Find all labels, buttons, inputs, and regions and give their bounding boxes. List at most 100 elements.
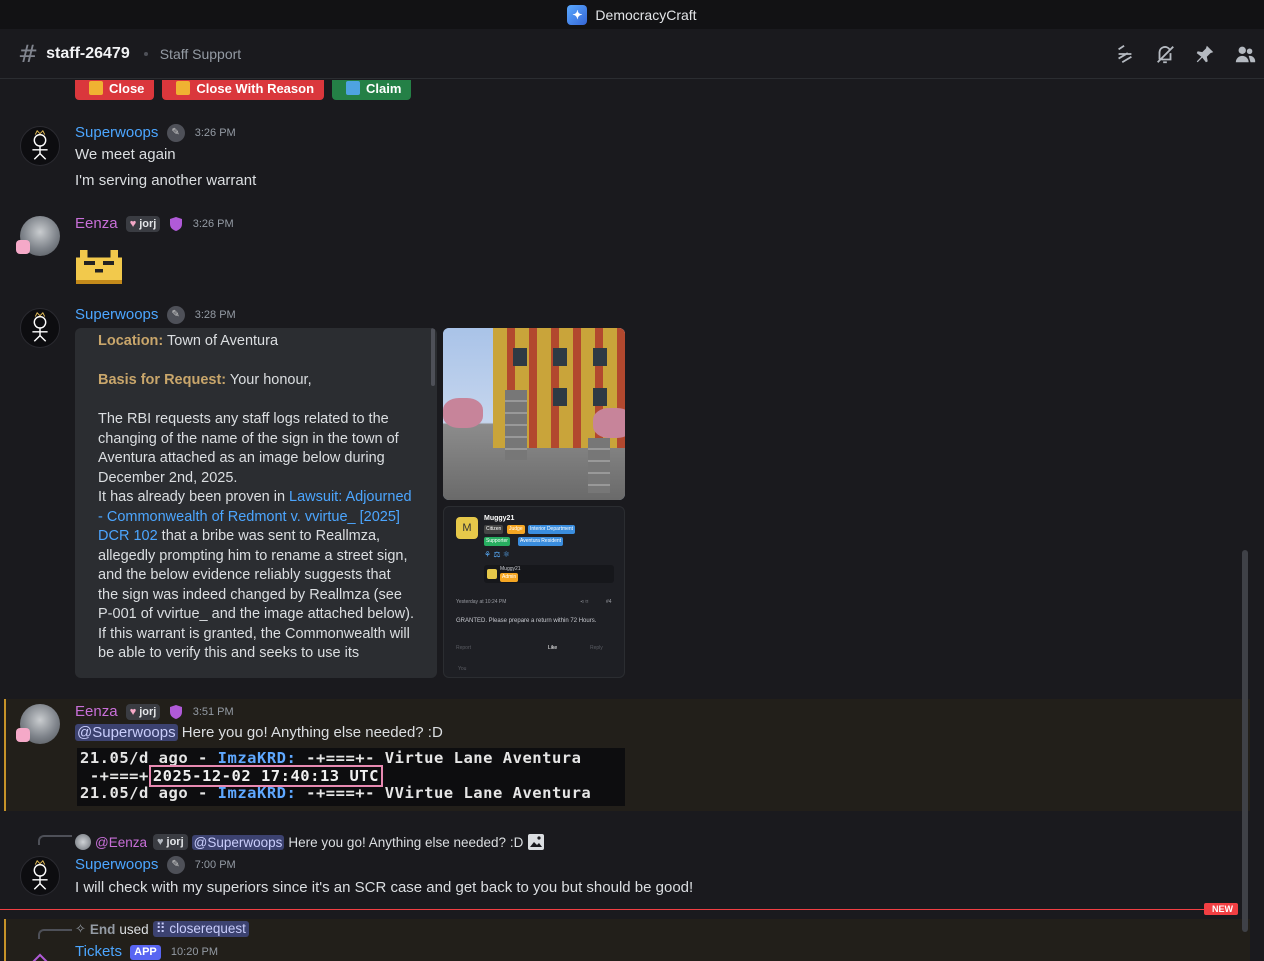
avatar[interactable]: [20, 856, 60, 896]
mc-window: [553, 348, 567, 366]
author-name[interactable]: Eenza ♥ jorj 3:26 PM: [75, 215, 234, 233]
mc-window: [593, 388, 607, 406]
reply-connector: [38, 835, 72, 845]
command-user[interactable]: End: [90, 922, 116, 937]
pin-icon[interactable]: [1194, 43, 1216, 65]
author-name[interactable]: Eenza ♥ jorj 3:51 PM: [75, 703, 234, 721]
channel-header: # staff-26479 Staff Support: [0, 29, 1264, 79]
warrant-embed[interactable]: Location: Town of Aventura Basis for Req…: [75, 328, 437, 678]
message-text: @Superwoops Here you go! Anything else n…: [75, 722, 443, 744]
console-text: 21.05/d ago -: [80, 784, 218, 802]
avatar[interactable]: [20, 308, 60, 348]
basis-value: Your honour,: [229, 372, 312, 388]
location-label: Location:: [98, 333, 164, 349]
header-toolbar: [1114, 43, 1256, 65]
minecraft-screenshot[interactable]: [443, 328, 625, 500]
console-screenshot[interactable]: 21.05/d ago - ImzaKRD: -+===+- Virtue La…: [77, 748, 625, 806]
message-text: We meet again: [75, 146, 176, 163]
server-tag[interactable]: ♥ jorj: [125, 216, 161, 233]
avatar-decoration-icon: [16, 240, 30, 254]
server-tag: ♥ jorj: [152, 834, 188, 850]
mc-tree: [443, 398, 483, 428]
message-text: I will check with my superiors since it'…: [75, 879, 694, 896]
lock-icon: [176, 81, 191, 95]
command-icon: ⠿: [155, 921, 170, 936]
forum-quote: Muggy21 Admin: [484, 565, 614, 583]
close-with-reason-label: Close With Reason: [196, 80, 315, 96]
timestamp: 3:26 PM: [192, 218, 234, 231]
role-chip: Citizen: [484, 525, 504, 534]
sparkle-icon: ✧: [75, 921, 86, 936]
location-value: Town of Aventura: [167, 333, 279, 349]
server-tag-label: jorj: [139, 706, 157, 719]
author-name[interactable]: Superwoops ✎ 3:26 PM: [75, 124, 236, 143]
forum-post-number: #4: [606, 599, 612, 605]
author-name[interactable]: Superwoops ✎ 3:28 PM: [75, 306, 236, 325]
embed-scrollbar[interactable]: [431, 328, 435, 386]
close-button[interactable]: Close: [75, 80, 155, 100]
lock-icon: [89, 81, 103, 95]
forum-subname: Muggy21: [500, 566, 521, 572]
avatar[interactable]: [20, 126, 60, 166]
author-name[interactable]: Superwoops ✎ 7:00 PM: [75, 856, 236, 875]
mini-avatar: [75, 834, 91, 850]
timestamp: 3:51 PM: [192, 706, 234, 719]
forum-share-icon: ⋖ ⌑: [580, 599, 589, 605]
close-with-reason-button[interactable]: Close With Reason: [162, 80, 325, 100]
embed-text: that a bribe was sent to Reallmza, alleg…: [98, 528, 414, 661]
mute-icon[interactable]: [1154, 43, 1176, 65]
avatar-decoration-icon: [16, 728, 30, 742]
separator-dot: [143, 51, 148, 56]
author-label: Eenza: [75, 703, 118, 720]
reply-preview[interactable]: @Eenza ♥ jorj @Superwoops Here you go! An…: [75, 833, 545, 851]
forum-you: You: [458, 666, 467, 672]
role-chip: Supporter: [484, 537, 510, 546]
window-title: DemocracyCraft: [595, 6, 697, 23]
basis-label: Basis for Request:: [98, 372, 227, 388]
forum-like: Like: [548, 645, 558, 651]
server-tag[interactable]: ♥ jorj: [125, 704, 161, 721]
embed-paragraph: The RBI requests any staff logs related …: [98, 411, 399, 486]
shield-icon: [169, 705, 182, 720]
forum-subavatar: [487, 569, 497, 579]
forum-post-text: GRANTED. Please prepare a return within …: [456, 618, 597, 624]
command-name: closerequest: [169, 921, 246, 936]
mc-window: [553, 388, 567, 406]
claim-button[interactable]: Claim: [332, 80, 412, 100]
timestamp: 10:20 PM: [170, 946, 219, 959]
forum-reply: Reply: [590, 645, 603, 651]
new-badge: NEW: [1204, 903, 1238, 915]
timestamp: 3:26 PM: [194, 127, 236, 140]
forum-username: Muggy21: [484, 515, 515, 522]
author-label: Superwoops: [75, 124, 159, 141]
forum-screenshot[interactable]: M Muggy21 Citizen Judge Interior Departm…: [443, 506, 625, 678]
heart-icon: ♥: [156, 836, 164, 848]
scrollbar[interactable]: [1242, 550, 1248, 932]
message-content: Here you go! Anything else needed? :D: [181, 724, 443, 741]
stick-figure-icon: [32, 859, 48, 890]
ticket-buttons: Close Close With Reason Claim: [75, 80, 412, 100]
mc-window: [593, 348, 607, 366]
command-preview[interactable]: ✧ End used ⠿ closerequest: [75, 921, 249, 937]
role-chip: Admin: [500, 573, 519, 582]
forum-report: Report: [456, 645, 472, 651]
clan-badge-icon: ✎: [166, 306, 185, 325]
reply-text: Here you go! Anything else needed? :D: [288, 834, 524, 850]
channel-name[interactable]: staff-26479: [46, 45, 130, 63]
slash-command[interactable]: ⠿ closerequest: [152, 921, 249, 937]
app-logo-icon: ✦: [567, 4, 588, 25]
console-text: -+===+- VVirtue Lane Aventura: [296, 784, 592, 802]
heart-icon: ♥: [129, 218, 137, 231]
threads-icon[interactable]: [1114, 43, 1136, 65]
author-name[interactable]: Tickets APP 10:20 PM: [75, 943, 218, 960]
mc-tree: [593, 408, 625, 438]
members-icon[interactable]: [1234, 43, 1256, 65]
message-list: Close Close With Reason Claim Superwoops…: [0, 80, 1252, 961]
reply-author[interactable]: @Eenza: [95, 835, 147, 850]
app-badge: APP: [130, 944, 161, 960]
embed-body: Location: Town of Aventura Basis for Req…: [75, 328, 430, 664]
author-label: Superwoops: [75, 306, 159, 323]
message-text: I'm serving another warrant: [75, 172, 257, 189]
user-mention[interactable]: @Superwoops: [75, 724, 178, 741]
channel-topic[interactable]: Staff Support: [160, 46, 241, 62]
